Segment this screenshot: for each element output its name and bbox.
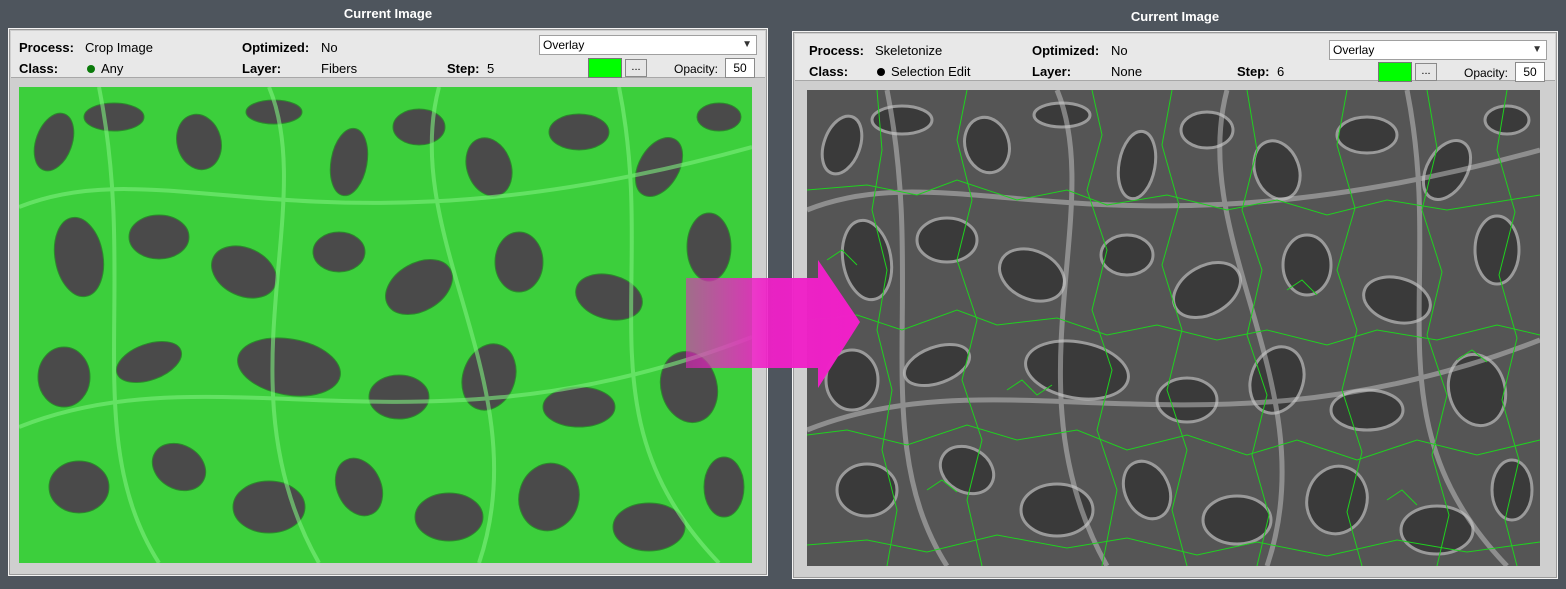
chevron-down-icon: ▼ [1532, 44, 1542, 55]
right-image-viewport[interactable] [807, 90, 1540, 566]
opacity-input[interactable]: 50 [1515, 62, 1545, 82]
layer-value: None [1111, 64, 1143, 79]
optimized-value: No [1111, 43, 1128, 58]
class-value: Any [87, 61, 123, 76]
class-label: Class: [809, 64, 849, 79]
process-label: Process: [809, 43, 864, 58]
view-mode-value: Overlay [543, 38, 585, 52]
step-value: 5 [487, 61, 495, 76]
left-panel-title: Current Image [343, 6, 433, 21]
overlay-color-swatch[interactable] [588, 58, 622, 78]
optimized-value: No [321, 40, 338, 55]
view-mode-select[interactable]: Overlay ▼ [539, 35, 757, 55]
step-value: 6 [1277, 64, 1285, 79]
left-image-panel: Process: Crop Image Class: Any Optimized… [8, 28, 768, 576]
view-mode-value: Overlay [1333, 43, 1375, 57]
opacity-label: Opacity: [674, 62, 719, 76]
overlay-color-swatch[interactable] [1378, 62, 1412, 82]
layer-label: Layer: [1032, 64, 1072, 79]
right-arrow-icon [686, 260, 860, 388]
class-label: Class: [19, 61, 59, 76]
process-label: Process: [19, 40, 74, 55]
right-panel-title: Current Image [1130, 9, 1220, 24]
optimized-label: Optimized: [242, 40, 310, 55]
opacity-label: Opacity: [1464, 66, 1509, 80]
step-label: Step: [1237, 64, 1270, 79]
left-image-viewport[interactable] [19, 87, 752, 563]
fiber-overlay-image [19, 87, 752, 563]
skeleton-overlay-image [807, 90, 1540, 566]
right-image-panel: Process: Skeletonize Class: Selection Ed… [792, 31, 1558, 579]
class-color-icon [877, 67, 885, 76]
process-value: Skeletonize [875, 43, 943, 58]
optimized-label: Optimized: [1032, 43, 1100, 58]
step-label: Step: [447, 61, 480, 76]
chevron-down-icon: ▼ [742, 39, 752, 50]
opacity-input[interactable]: 50 [725, 58, 755, 78]
layer-label: Layer: [242, 61, 282, 76]
class-value: Selection Edit [877, 64, 971, 79]
layer-value: Fibers [321, 61, 358, 76]
left-info-bar: Process: Crop Image Class: Any Optimized… [11, 31, 765, 78]
color-browse-button[interactable]: ... [1415, 63, 1437, 81]
view-mode-select[interactable]: Overlay ▼ [1329, 40, 1547, 60]
color-browse-button[interactable]: ... [625, 59, 647, 77]
right-info-bar: Process: Skeletonize Class: Selection Ed… [795, 34, 1555, 82]
process-value: Crop Image [85, 40, 153, 55]
class-color-icon [87, 64, 95, 73]
